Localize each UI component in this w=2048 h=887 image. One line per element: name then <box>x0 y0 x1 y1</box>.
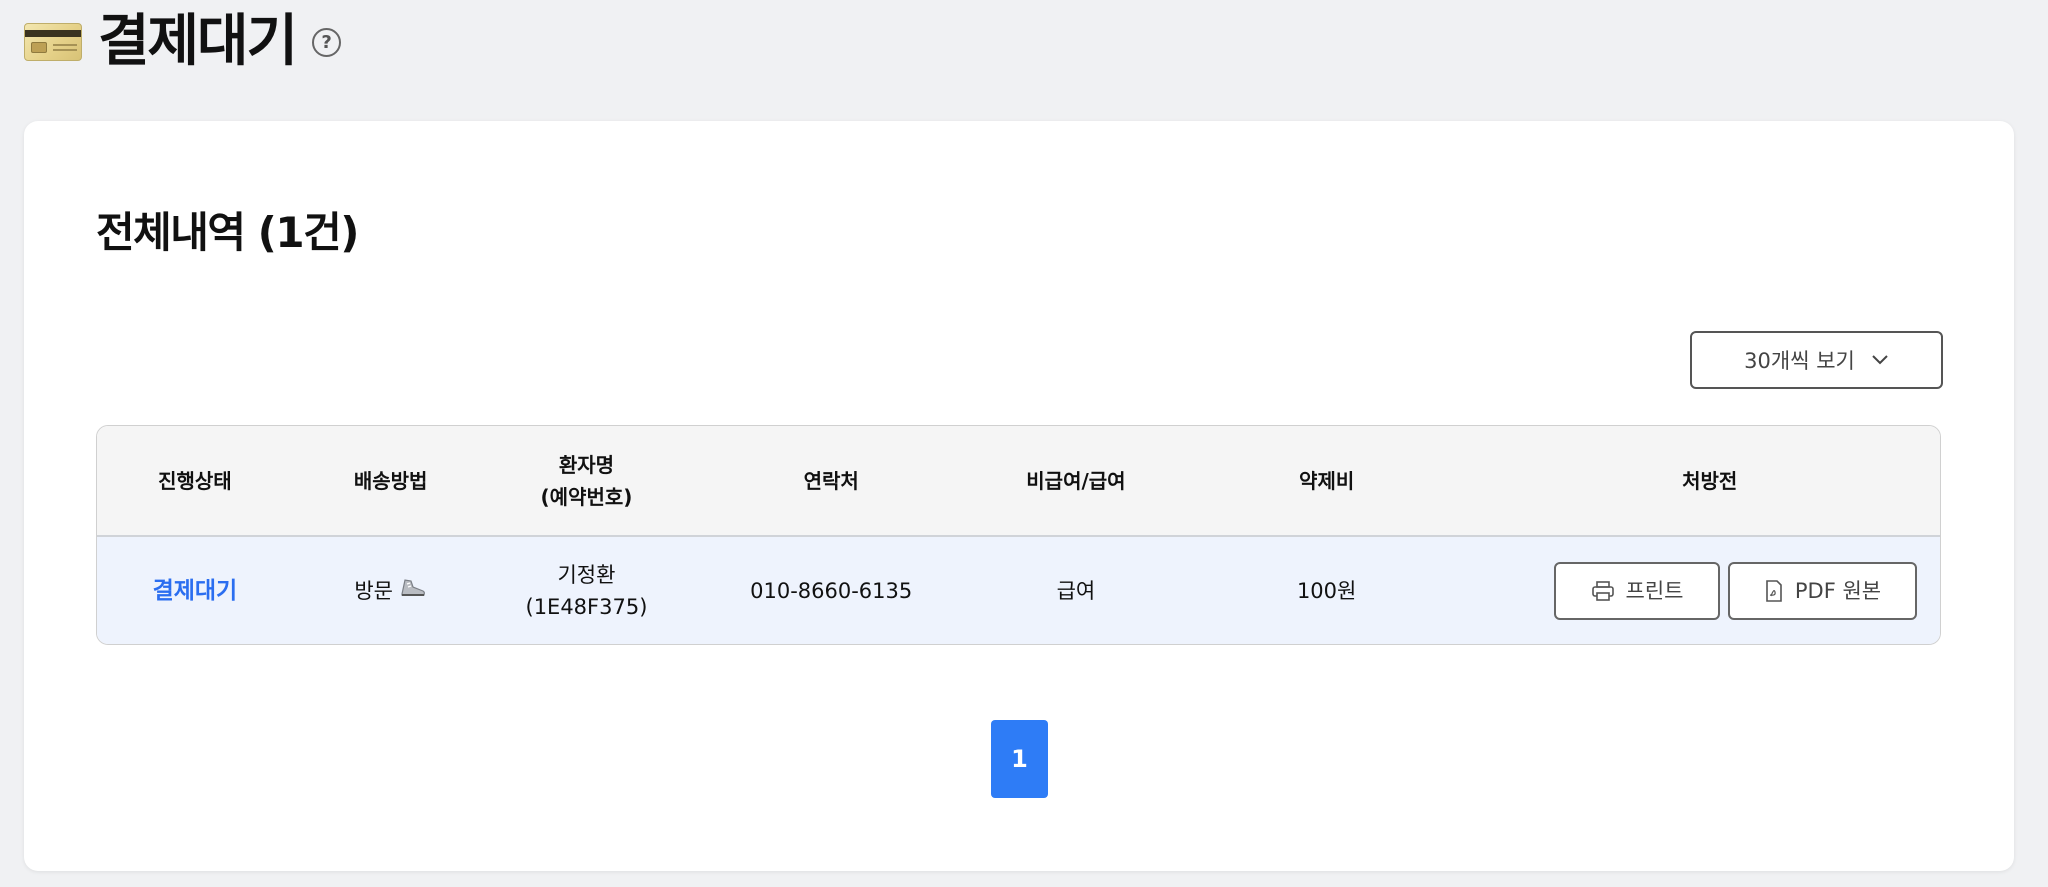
col-header-patient: 환자명 (예약번호) <box>489 426 685 535</box>
fee-cell: 100원 <box>1296 578 1357 603</box>
prescription-cell: 프린트 PDF 원본 <box>1479 537 1940 644</box>
delivery-cell: 방문 <box>293 537 489 644</box>
printer-icon <box>1591 580 1614 601</box>
main-panel: 전체내역 (1건) 30개씩 보기 진행상태 배송방법 환자명 (예약번호) 연… <box>24 121 2014 871</box>
delivery-method: 방문 <box>354 578 393 603</box>
col-header-patient-line1: 환자명 <box>558 452 615 477</box>
help-icon[interactable]: ? <box>312 27 342 57</box>
shoe-icon <box>401 578 425 596</box>
col-header-delivery: 배송방법 <box>353 468 428 493</box>
patient-cell: 기정환 (1E48F375) <box>489 537 685 644</box>
col-header-patient-line2: (예약번호) <box>540 484 633 509</box>
per-page-label: 30개씩 보기 <box>1744 349 1855 373</box>
pdf-original-button[interactable]: PDF 원본 <box>1728 561 1918 620</box>
col-header-fee: 약제비 <box>1299 468 1355 493</box>
phone-cell: 010-8660-6135 <box>750 578 913 603</box>
print-button-label: 프린트 <box>1625 578 1684 603</box>
orders-table: 진행상태 배송방법 환자명 (예약번호) 연락처 비급여/급여 약제비 처방전 … <box>96 425 1941 645</box>
col-header-prescription: 처방전 <box>1682 468 1738 493</box>
pdf-button-label: PDF 원본 <box>1794 578 1882 603</box>
col-header-phone: 연락처 <box>803 468 859 493</box>
status-cell: 결제대기 <box>97 537 293 644</box>
chevron-down-icon <box>1872 355 1888 365</box>
patient-name: 기정환 <box>557 562 616 587</box>
table-row: 결제대기 방문 기정환 (1E48F375) 010-8660-6135 급여 … <box>97 537 1940 644</box>
col-header-status: 진행상태 <box>158 468 232 493</box>
page-title: 결제대기 <box>98 9 298 74</box>
reservation-number: (1E48F375) <box>525 594 648 619</box>
credit-card-icon <box>24 23 82 61</box>
pdf-file-icon <box>1766 579 1782 602</box>
section-title: 전체내역 (1건) <box>96 208 359 257</box>
page-header: 결제대기 ? <box>24 8 342 76</box>
coverage-cell: 급여 <box>1056 578 1096 603</box>
table-header: 진행상태 배송방법 환자명 (예약번호) 연락처 비급여/급여 약제비 처방전 <box>97 426 1940 537</box>
col-header-coverage: 비급여/급여 <box>1026 468 1126 493</box>
print-button[interactable]: 프린트 <box>1554 561 1721 620</box>
per-page-select[interactable]: 30개씩 보기 <box>1690 331 1943 389</box>
status-link[interactable]: 결제대기 <box>153 575 238 607</box>
pagination-page-1[interactable]: 1 <box>991 720 1048 798</box>
